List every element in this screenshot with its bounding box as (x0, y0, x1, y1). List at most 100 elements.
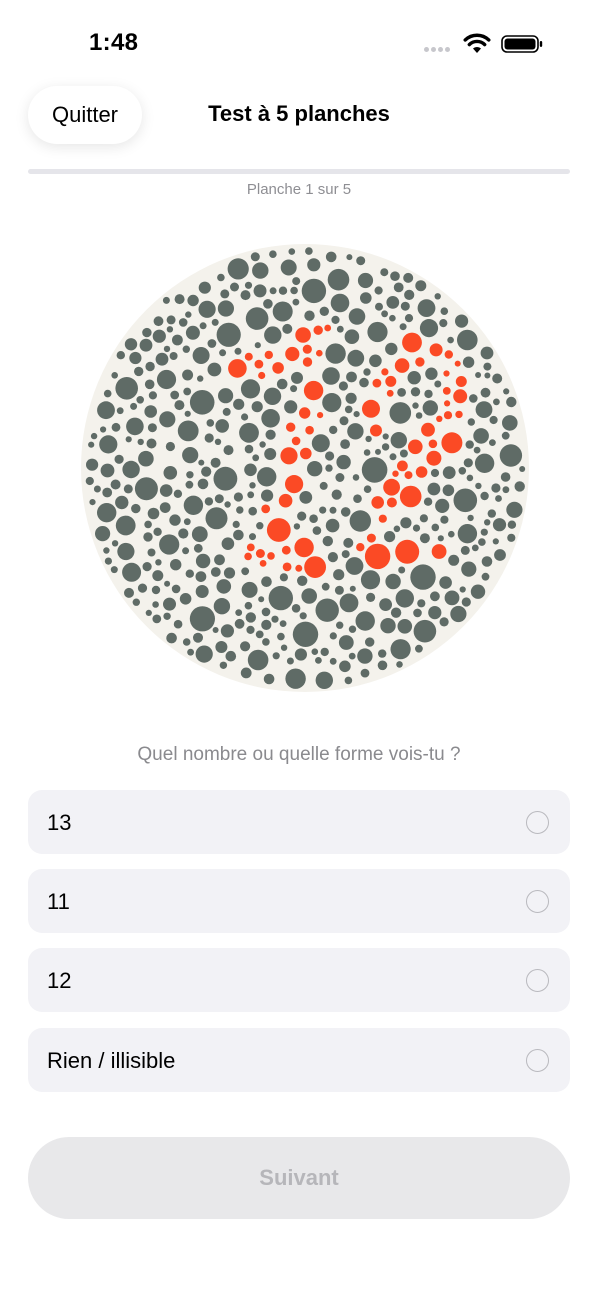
background-dot (198, 300, 216, 318)
option-illegible[interactable]: Rien / illisible (28, 1028, 570, 1092)
figure-dot (443, 411, 453, 420)
background-dot (307, 258, 321, 272)
background-dot (501, 431, 510, 440)
figure-dot (415, 466, 428, 478)
figure-dot (455, 376, 467, 387)
background-dot (204, 433, 214, 443)
background-dot (363, 368, 371, 376)
background-dot (322, 393, 342, 413)
background-dot (172, 334, 183, 346)
background-dot (253, 284, 267, 298)
background-dot (100, 463, 115, 478)
option-11[interactable]: 11 (28, 869, 570, 933)
figure-dot (246, 543, 255, 552)
background-dot (404, 289, 415, 300)
background-dot (320, 647, 329, 657)
quit-button[interactable]: Quitter (28, 86, 142, 144)
background-dot (331, 489, 342, 500)
background-dot (307, 461, 323, 477)
background-dot (169, 352, 178, 360)
radio-icon[interactable] (526, 890, 549, 913)
battery-icon (501, 35, 543, 53)
figure-dot (313, 325, 323, 335)
background-dot (481, 572, 490, 581)
background-dot (102, 487, 113, 498)
background-dot (440, 307, 449, 315)
background-dot (254, 342, 261, 349)
background-dot (329, 425, 338, 435)
background-dot (399, 449, 408, 458)
figure-dot (443, 370, 450, 377)
figure-dot (300, 447, 312, 460)
background-dot (215, 641, 228, 653)
background-dot (442, 484, 455, 497)
background-dot (210, 567, 221, 577)
background-dot (404, 314, 414, 323)
background-dot (258, 596, 265, 603)
figure-dot (254, 359, 264, 369)
background-dot (276, 378, 288, 390)
background-dot (299, 612, 307, 620)
background-dot (355, 611, 375, 631)
background-dot (338, 635, 354, 650)
background-dot (182, 447, 199, 464)
wifi-icon (463, 33, 491, 53)
background-dot (183, 495, 204, 515)
background-dot (507, 533, 516, 542)
background-dot (397, 619, 413, 634)
figure-dot (429, 343, 443, 357)
background-dot (162, 296, 170, 304)
figure-dot (316, 349, 323, 357)
background-dot (463, 458, 473, 468)
background-dot (269, 250, 277, 258)
background-dot (415, 280, 427, 292)
background-dot (329, 657, 337, 665)
background-dot (223, 445, 234, 456)
background-dot (185, 311, 192, 318)
background-dot (155, 352, 169, 366)
background-dot (248, 506, 257, 516)
background-dot (325, 464, 333, 472)
background-dot (185, 569, 194, 578)
figure-dot (364, 543, 391, 570)
background-dot (223, 567, 236, 579)
background-dot (93, 485, 101, 493)
background-dot (205, 507, 228, 530)
background-dot (195, 553, 211, 569)
background-dot (217, 300, 234, 317)
background-dot (174, 400, 185, 411)
radio-icon[interactable] (526, 969, 549, 992)
background-dot (247, 649, 269, 671)
background-dot (252, 262, 269, 279)
background-dot (257, 467, 277, 487)
background-dot (182, 345, 190, 353)
background-dot (458, 467, 467, 475)
background-dot (444, 590, 460, 606)
background-dot (184, 410, 191, 417)
background-dot (457, 329, 478, 351)
background-dot (412, 402, 419, 409)
next-button[interactable]: Suivant (28, 1137, 570, 1219)
background-dot (294, 648, 307, 661)
radio-icon[interactable] (526, 1049, 549, 1072)
figure-dot (295, 327, 311, 343)
background-dot (125, 436, 132, 443)
background-dot (187, 648, 194, 656)
background-dot (379, 598, 392, 611)
background-dot (290, 286, 298, 295)
background-dot (129, 351, 142, 365)
background-dot (152, 601, 159, 608)
background-dot (502, 415, 518, 431)
background-dot (336, 325, 344, 333)
option-13[interactable]: 13 (28, 790, 570, 854)
background-dot (278, 286, 288, 295)
radio-icon[interactable] (526, 811, 549, 834)
progress-label: Planche 1 sur 5 (246, 181, 352, 198)
background-dot (352, 474, 360, 481)
background-dot (195, 645, 213, 663)
background-dot (174, 294, 185, 305)
background-dot (412, 524, 421, 532)
background-dot (182, 547, 190, 555)
option-12[interactable]: 12 (28, 948, 570, 1012)
background-dot (166, 326, 174, 333)
